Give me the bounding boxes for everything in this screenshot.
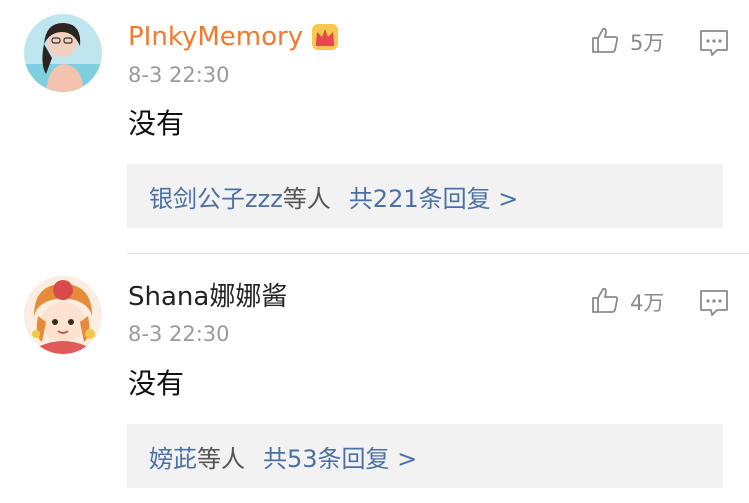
crown-icon xyxy=(311,23,339,51)
comment-reply-icon[interactable] xyxy=(698,27,730,59)
like-count: 5万 xyxy=(630,31,665,55)
username[interactable]: Shana娜娜酱 xyxy=(128,280,287,314)
comment-text: 没有 xyxy=(128,367,185,400)
like-button[interactable]: 4万 xyxy=(590,285,664,319)
thumbs-up-icon xyxy=(590,285,620,319)
comment-text: 没有 xyxy=(128,107,185,140)
comment-timestamp: 8-3 22:30 xyxy=(128,322,230,346)
reply-count-link[interactable]: 共53条回复 > xyxy=(263,439,417,474)
user-avatar[interactable] xyxy=(24,14,102,92)
reply-names: 嫎茈 xyxy=(149,444,197,473)
reply-summary[interactable]: 嫎茈 等人 共53条回复 > xyxy=(127,424,723,488)
comment-timestamp: 8-3 22:30 xyxy=(128,63,230,87)
reply-suffix: 等人 xyxy=(282,184,331,213)
username-text: PInkyMemory xyxy=(128,22,304,52)
thumbs-up-icon xyxy=(590,25,620,59)
like-button[interactable]: 5万 xyxy=(590,25,664,59)
reply-suffix: 等人 xyxy=(197,444,245,473)
comment-item: Shana娜娜酱 8-3 22:30 没有 4万 嫎茈 等人 共53条回复 > xyxy=(0,254,749,503)
like-count: 4万 xyxy=(630,291,665,315)
reply-summary[interactable]: 银剑公子zzz 等人 共221条回复 > xyxy=(127,164,723,228)
user-avatar[interactable] xyxy=(24,276,102,354)
comment-item: PInkyMemory 8-3 22:30 没有 5万 银剑公子zzz 等人 共… xyxy=(0,0,749,253)
comment-reply-icon[interactable] xyxy=(698,287,730,319)
reply-names: 银剑公子zzz xyxy=(149,184,283,213)
reply-count-link[interactable]: 共221条回复 > xyxy=(349,179,519,214)
username[interactable]: PInkyMemory xyxy=(128,20,339,54)
